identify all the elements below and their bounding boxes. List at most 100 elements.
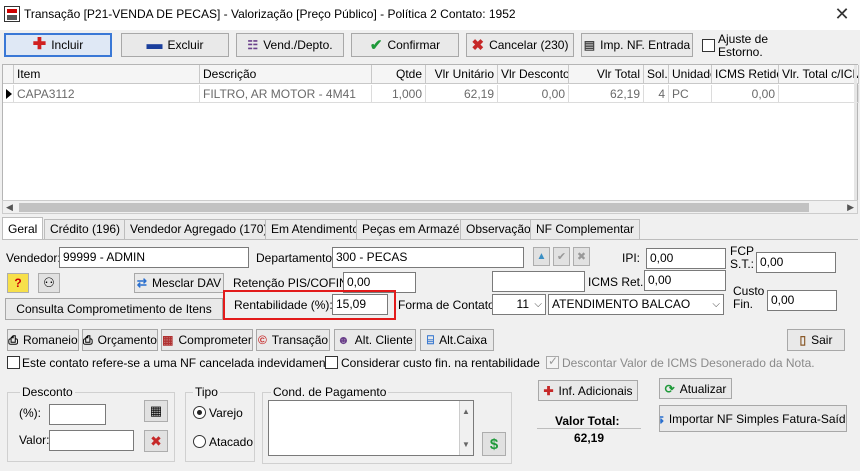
consulta-comprometimento-button[interactable]: Consulta Comprometimento de Itens: [5, 298, 223, 320]
orcamento-button[interactable]: ⎙ Orçamento: [82, 329, 158, 351]
forma-contato-select[interactable]: ATENDIMENTO BALCAO ⌵: [548, 294, 724, 315]
clear-discount-icon[interactable]: ✖: [144, 430, 168, 452]
transaction-icon: ©: [257, 333, 267, 347]
vendedor-label: Vendedor:: [6, 251, 61, 265]
tab-vendedor-agregado[interactable]: Vendedor Agregado (170): [124, 219, 274, 239]
imp-nf-entrada-button[interactable]: ▤ Imp. NF. Entrada: [581, 33, 693, 57]
cell-vlr-total-icms[interactable]: [779, 85, 859, 103]
nf-cancelada-checkbox[interactable]: [7, 356, 20, 369]
tipo-title: Tipo: [193, 385, 220, 399]
cell-sol[interactable]: 4: [644, 85, 669, 103]
varejo-radio[interactable]: [193, 406, 206, 419]
cancelar-button[interactable]: ✖ Cancelar (230): [466, 33, 574, 57]
scroll-right-icon[interactable]: ▶: [847, 202, 854, 213]
col-vlr-total[interactable]: Vlr Total: [569, 65, 644, 84]
alt-cliente-button[interactable]: ☻ Alt. Cliente: [334, 329, 416, 351]
col-unidade[interactable]: Unidade: [669, 65, 712, 84]
user-search-icon[interactable]: ⚇: [38, 273, 60, 293]
atacado-radio[interactable]: [193, 435, 206, 448]
tab-em-atendimento[interactable]: Em Atendimento: [265, 219, 366, 239]
confirmar-button[interactable]: ✔ Confirmar: [351, 33, 459, 57]
custo-fin-label: Custo Fin.: [733, 284, 765, 311]
col-icms-retido[interactable]: ICMS Retido: [712, 65, 779, 84]
importar-nf-button[interactable]: ⇆ Importar NF Simples Fatura-Saída: [659, 405, 847, 432]
desconto-valor-field[interactable]: [49, 430, 134, 451]
tab-pecas-em-armazem[interactable]: Peças em Armazém: [356, 219, 476, 239]
cond-pagamento-scrollbar[interactable]: ▲ ▼: [459, 401, 473, 455]
tab-geral[interactable]: Geral: [2, 217, 44, 239]
cell-icms-retido[interactable]: 0,00: [712, 85, 779, 103]
incluir-button[interactable]: ✚ Incluir: [4, 33, 112, 57]
col-sol[interactable]: Sol.: [644, 65, 669, 84]
scroll-down-icon[interactable]: ▼: [462, 435, 470, 454]
cell-vlr-total[interactable]: 62,19: [569, 85, 644, 103]
help-icon[interactable]: ?: [7, 273, 29, 293]
info-add-icon: ✚: [543, 383, 554, 398]
cell-qtde[interactable]: 1,000: [372, 85, 426, 103]
tab-credito[interactable]: Crédito (196): [44, 219, 127, 239]
cancel-small-icon[interactable]: ✖: [573, 247, 590, 266]
custo-fin-checkbox[interactable]: [325, 356, 338, 369]
calculator-icon[interactable]: ▦: [144, 400, 168, 422]
col-vlr-unitario[interactable]: Vlr Unitário: [426, 65, 498, 84]
comprometer-button[interactable]: ▦ Comprometer: [161, 329, 253, 351]
cell-vlr-desconto[interactable]: 0,00: [498, 85, 569, 103]
blank-field[interactable]: [492, 271, 585, 292]
tab-nf-complementar[interactable]: NF Complementar: [530, 219, 641, 239]
scroll-left-icon[interactable]: ◀: [6, 202, 13, 213]
col-vlr-desconto[interactable]: Vlr Desconto: [498, 65, 569, 84]
refresh-icon: ⟳: [664, 381, 675, 396]
cell-vlr-unitario[interactable]: 62,19: [426, 85, 498, 103]
desconto-pct-field[interactable]: [49, 404, 106, 425]
col-item[interactable]: Item: [14, 65, 200, 84]
cell-unidade[interactable]: PC: [669, 85, 712, 103]
excluir-button[interactable]: ▬ Excluir: [121, 33, 229, 57]
cond-pagamento-textarea[interactable]: ▲ ▼: [268, 400, 474, 456]
x-icon: ✖: [471, 36, 485, 54]
vendedor-field[interactable]: 99999 - ADMIN: [59, 247, 249, 268]
rentabilidade-field[interactable]: 15,09: [332, 294, 388, 315]
atualizar-button[interactable]: ⟳ Atualizar: [659, 378, 732, 399]
forma-contato-code-select[interactable]: 11 ⌵: [492, 294, 546, 315]
sair-button[interactable]: ▯ Sair: [787, 329, 845, 351]
col-qtde[interactable]: Qtde: [372, 65, 426, 84]
desconto-title: Desconto: [20, 385, 75, 399]
departamento-field[interactable]: 300 - PECAS: [332, 247, 524, 268]
minus-icon: ▬: [146, 36, 163, 53]
table-row[interactable]: CAPA3112 FILTRO, AR MOTOR - 4M41 1,000 6…: [3, 85, 859, 103]
ajuste-estorno-label: Ajuste de Estorno.: [718, 32, 769, 59]
vend-depto-button[interactable]: ☷ Vend./Depto.: [236, 33, 344, 57]
romaneio-button[interactable]: ⎙ Romaneio: [7, 329, 79, 351]
dollar-icon[interactable]: $: [482, 432, 506, 456]
check-small-icon[interactable]: ✔: [553, 247, 570, 266]
cell-descricao[interactable]: FILTRO, AR MOTOR - 4M41: [200, 85, 372, 103]
fcp-st-field[interactable]: 0,00: [756, 252, 836, 273]
descontar-icms-checkbox[interactable]: [546, 354, 559, 369]
icms-ret-field[interactable]: 0,00: [644, 270, 726, 291]
items-grid[interactable]: Item Descrição Qtde Vlr Unitário Vlr Des…: [2, 64, 859, 214]
user-edit-icon: ☻: [337, 333, 350, 347]
scroll-up-icon[interactable]: ▲: [462, 402, 470, 421]
ipi-field[interactable]: 0,00: [646, 248, 726, 269]
col-descricao[interactable]: Descrição: [200, 65, 372, 84]
inf-adicionais-button[interactable]: ✚ Inf. Adicionais: [538, 380, 638, 401]
cell-item[interactable]: CAPA3112: [14, 85, 200, 103]
app-icon: [4, 6, 20, 22]
transacao-button[interactable]: © Transação: [256, 329, 330, 351]
custo-fin-field[interactable]: 0,00: [767, 290, 837, 311]
chevron-down-icon: ⌵: [712, 299, 720, 310]
alt-caixa-button[interactable]: ⌸ Alt.Caixa: [420, 329, 494, 351]
row-pointer-icon: [6, 89, 12, 99]
grid-vertical-scrollbar[interactable]: [854, 65, 857, 213]
tipo-group: [185, 392, 255, 462]
grid-horizontal-scrollbar[interactable]: ◀ ▶: [2, 200, 858, 214]
ajuste-estorno-checkbox[interactable]: [702, 39, 715, 52]
scroll-thumb[interactable]: [19, 203, 809, 212]
arrow-up-icon[interactable]: ▲: [533, 247, 550, 266]
col-vlr-total-icms[interactable]: Vlr. Total c/ICMS: [779, 65, 859, 84]
chevron-down-icon: ⌵: [534, 299, 542, 310]
close-icon[interactable]: ✕: [830, 3, 854, 25]
tab-observacao[interactable]: Observação: [460, 219, 537, 239]
mesclar-dav-button[interactable]: ⇄ Mesclar DAV: [134, 273, 224, 293]
printer-icon: ⎙: [83, 333, 93, 347]
